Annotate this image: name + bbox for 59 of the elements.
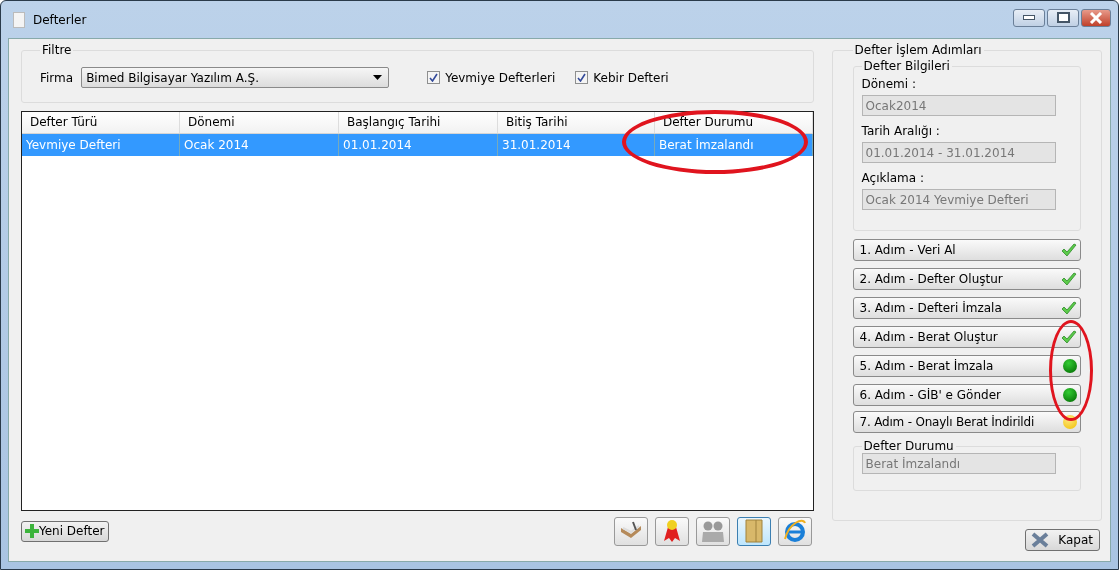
step-button[interactable]: 2. Adım - Defter Oluştur: [852, 268, 1081, 290]
close-dialog-button[interactable]: Kapat: [1025, 529, 1100, 551]
input-field[interactable]: Berat İmzalandı: [861, 453, 1056, 474]
book-button[interactable]: [613, 516, 648, 546]
folder-icon: [743, 518, 764, 544]
table-cell: 31.01.2014: [498, 134, 655, 156]
close-icon: [1030, 532, 1051, 548]
close-button[interactable]: [1081, 8, 1111, 27]
caret-icon: [373, 75, 383, 80]
table-cell: Yevmiye Defteri: [22, 134, 180, 156]
field-label: Açıklama :: [861, 171, 925, 185]
browser-icon: [782, 519, 807, 543]
new-book-button[interactable]: Yeni Defter: [21, 520, 109, 542]
check-icon: [1061, 301, 1077, 315]
check-icon: [1061, 272, 1077, 286]
step-button[interactable]: 7. Adım - Onaylı Berat İndirildi: [852, 411, 1081, 433]
status-dot: [1063, 388, 1077, 402]
input-field[interactable]: Ocak2014: [861, 95, 1056, 116]
close-icon: [1089, 11, 1103, 24]
people-icon: [699, 520, 726, 542]
checkbox-label: Yevmiye Defterleri: [445, 70, 556, 85]
step-button[interactable]: 1. Adım - Veri Al: [852, 239, 1081, 261]
field-label: Tarih Aralığı :: [861, 124, 941, 138]
checkbox[interactable]: [575, 71, 589, 84]
field-label: Dönemi :: [861, 77, 917, 91]
people-button[interactable]: [695, 516, 730, 546]
plus-icon: [25, 524, 39, 538]
table-cell: 01.01.2014: [339, 134, 498, 156]
ribbon-icon: [661, 519, 682, 543]
browser-button[interactable]: [777, 516, 812, 546]
status-dot: [1063, 359, 1077, 373]
checkbox[interactable]: [427, 71, 441, 84]
column-header[interactable]: Defter Türü: [22, 112, 180, 133]
column-header[interactable]: Bitiş Tarihi: [498, 112, 655, 133]
table-cell: Berat İmzalandı: [655, 134, 813, 156]
column-header[interactable]: Dönemi: [180, 112, 339, 133]
table-cell: Ocak 2014: [180, 134, 339, 156]
checkbox-label: Kebir Defteri: [593, 70, 669, 85]
document-icon: [13, 11, 25, 28]
group-title: Filtre: [41, 43, 73, 57]
ribbon-button[interactable]: [654, 516, 689, 546]
step-button[interactable]: 6. Adım - GİB' e Gönder: [852, 384, 1081, 406]
group-title: Defter Durumu: [862, 439, 955, 453]
minimize-button[interactable]: [1013, 8, 1045, 27]
field-label: Firma: [40, 70, 74, 85]
folder-button[interactable]: [736, 516, 771, 546]
input-field[interactable]: 01.01.2014 - 31.01.2014: [861, 142, 1056, 163]
group-title: Defter İşlem Adımları: [853, 43, 983, 57]
check-icon: [1061, 243, 1077, 257]
step-button[interactable]: 4. Adım - Berat Oluştur: [852, 326, 1081, 348]
window-title: Defterler: [33, 12, 87, 27]
column-header[interactable]: Başlangıç Tarihi: [339, 112, 498, 133]
group-title: Defter Bilgileri: [862, 59, 951, 73]
check-icon: [1061, 330, 1077, 344]
company-dropdown[interactable]: Bimed Bilgisayar Yazılım A.Ş.: [81, 67, 390, 88]
step-button[interactable]: 5. Adım - Berat İmzala: [852, 355, 1081, 377]
step-button[interactable]: 3. Adım - Defteri İmzala: [852, 297, 1081, 319]
maximize-button[interactable]: [1047, 8, 1079, 27]
input-field[interactable]: Ocak 2014 Yevmiye Defteri: [861, 189, 1056, 210]
